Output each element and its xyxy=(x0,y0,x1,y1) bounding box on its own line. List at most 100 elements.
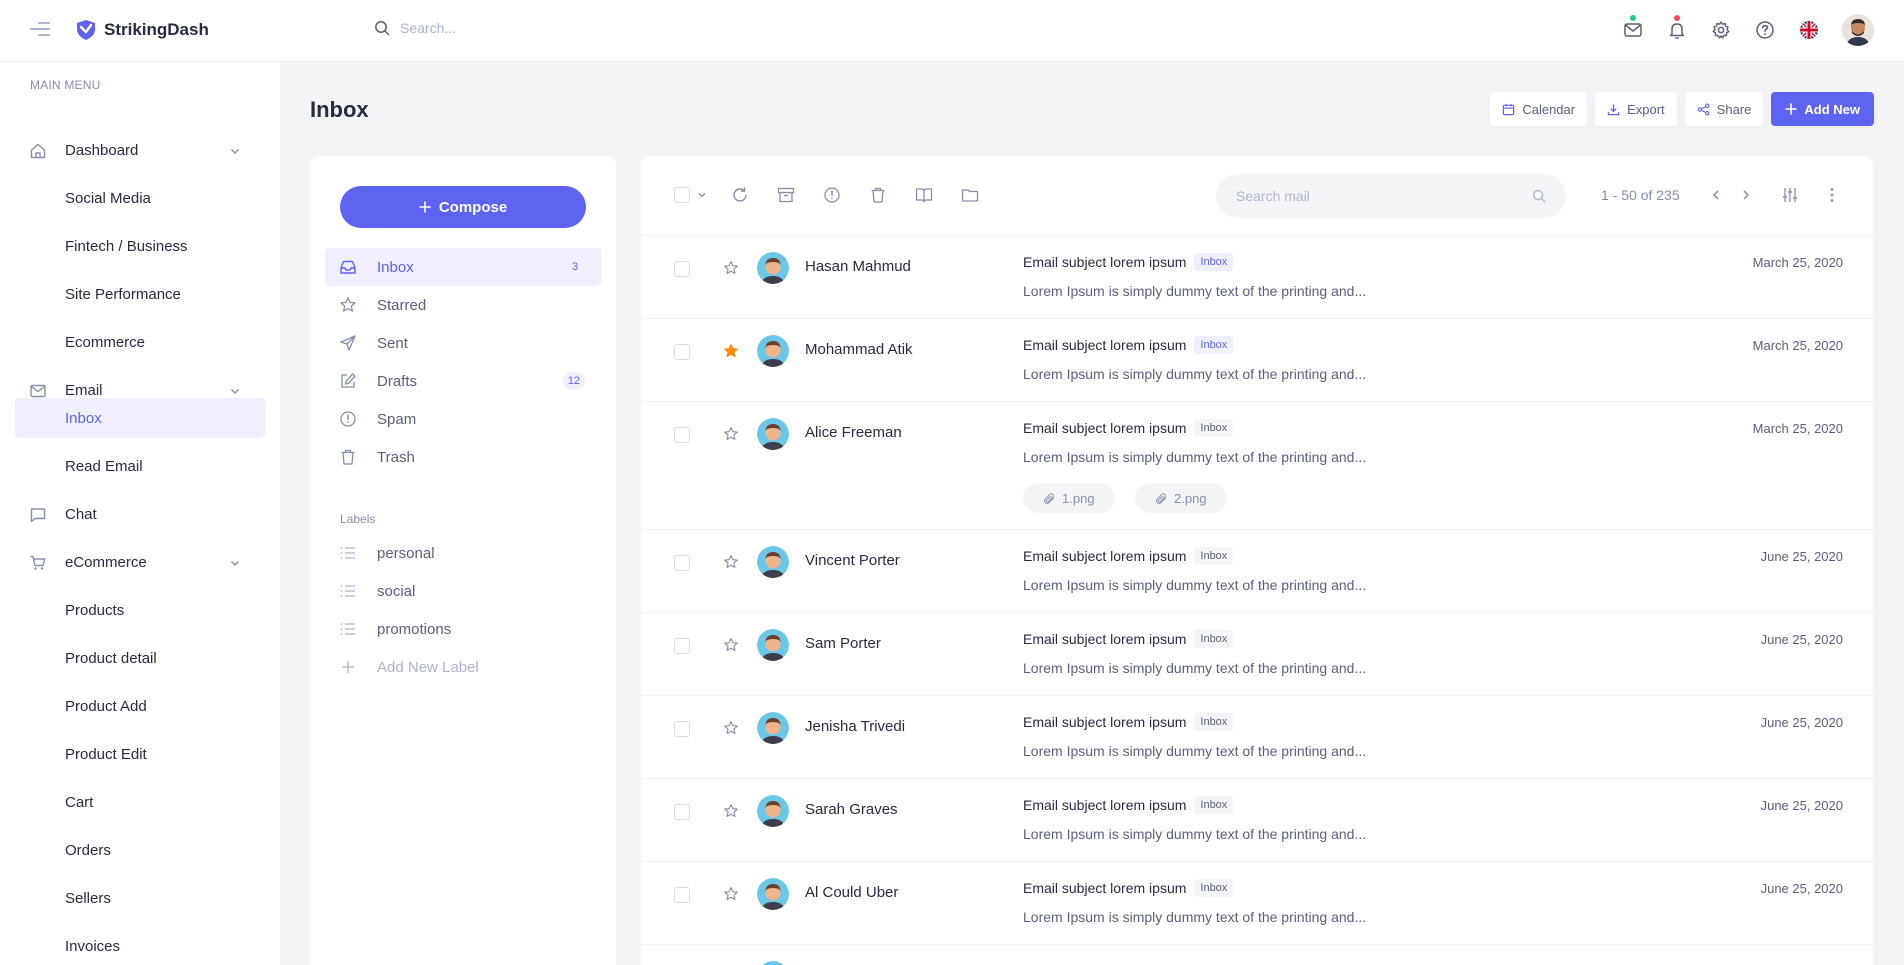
label-promotions[interactable]: promotions xyxy=(325,610,601,648)
mail-search-input[interactable] xyxy=(1236,188,1532,204)
mail-row[interactable]: Al Could Uber Email subject lorem ipsum I… xyxy=(641,862,1873,945)
inbox-tag: Inbox xyxy=(1194,336,1234,354)
app-logo[interactable]: StrikingDash xyxy=(74,18,209,42)
archive-icon[interactable] xyxy=(777,186,795,204)
search-icon[interactable] xyxy=(1532,189,1546,203)
sender-name: Alice Freeman xyxy=(805,424,902,441)
sidebar-item-fintech[interactable]: Fintech / Business xyxy=(15,226,265,266)
row-checkbox[interactable] xyxy=(674,721,690,737)
sender-name: Sam Porter xyxy=(805,635,881,652)
mail-row[interactable]: Mohammad Atik Email subject lorem ipsum I… xyxy=(641,319,1873,402)
header-search-input[interactable] xyxy=(400,20,700,36)
export-label: Export xyxy=(1627,101,1665,117)
sidebar-item-label: Product detail xyxy=(65,649,157,667)
bell-icon[interactable] xyxy=(1666,15,1688,41)
sidebar-item-product-detail[interactable]: Product detail xyxy=(15,638,265,678)
attachment-chip[interactable]: 1.png xyxy=(1023,483,1115,513)
row-checkbox[interactable] xyxy=(674,804,690,820)
folder-icon[interactable] xyxy=(961,186,979,204)
gear-icon[interactable] xyxy=(1710,19,1732,41)
star-icon xyxy=(340,297,356,312)
star-icon[interactable] xyxy=(723,803,739,819)
star-icon[interactable] xyxy=(723,720,739,736)
star-icon[interactable] xyxy=(723,637,739,653)
mail-row[interactable]: Jenisha Trivedi Email subject lorem ipsu… xyxy=(641,696,1873,779)
star-filled-icon[interactable] xyxy=(723,343,739,359)
folder-label: Sent xyxy=(377,334,408,352)
select-all-checkbox[interactable] xyxy=(674,187,690,203)
sidebar-item-site-performance[interactable]: Site Performance xyxy=(15,274,265,314)
attachment-chip[interactable]: 2.png xyxy=(1135,483,1227,513)
mail-row[interactable]: Hasan Mahmud Email subject lorem ipsum In… xyxy=(641,236,1873,319)
filter-sliders-icon[interactable] xyxy=(1781,186,1799,204)
mail-icon[interactable] xyxy=(1622,15,1644,41)
mail-row[interactable] xyxy=(641,945,1873,965)
mail-row[interactable]: Vincent Porter Email subject lorem ipsum… xyxy=(641,530,1873,613)
trash-icon[interactable] xyxy=(869,186,887,204)
cart-icon xyxy=(30,555,46,570)
row-checkbox[interactable] xyxy=(674,344,690,360)
chevron-right-icon[interactable] xyxy=(1737,186,1755,204)
sidebar-item-ecommerce-dashboard[interactable]: Ecommerce xyxy=(15,322,265,362)
user-avatar[interactable] xyxy=(1842,14,1874,46)
star-icon[interactable] xyxy=(723,260,739,276)
folder-inbox[interactable]: Inbox 3 xyxy=(325,248,601,286)
folder-trash[interactable]: Trash xyxy=(325,438,601,476)
plus-icon xyxy=(1785,103,1798,115)
star-icon[interactable] xyxy=(723,886,739,902)
mail-subject: Email subject lorem ipsum Inbox xyxy=(1023,630,1234,648)
calendar-button[interactable]: Calendar xyxy=(1490,92,1588,126)
star-icon[interactable] xyxy=(723,554,739,570)
mail-row[interactable]: Alice Freeman Email subject lorem ipsum I… xyxy=(641,402,1873,530)
sidebar-item-product-add[interactable]: Product Add xyxy=(15,686,265,726)
folder-starred[interactable]: Starred xyxy=(325,286,601,324)
sidebar-item-chat[interactable]: Chat xyxy=(15,494,265,534)
mail-toolbar: 1 - 50 of 235 xyxy=(641,156,1873,236)
share-button[interactable]: Share xyxy=(1684,92,1764,126)
book-open-icon[interactable] xyxy=(915,186,933,204)
mail-row[interactable]: Sam Porter Email subject lorem ipsum Inbo… xyxy=(641,613,1873,696)
sidebar-item-product-edit[interactable]: Product Edit xyxy=(15,734,265,774)
sidebar-item-ecommerce[interactable]: eCommerce xyxy=(15,542,265,582)
compose-button[interactable]: Compose xyxy=(340,186,586,228)
row-checkbox[interactable] xyxy=(674,427,690,443)
folder-sent[interactable]: Sent xyxy=(325,324,601,362)
row-checkbox[interactable] xyxy=(674,638,690,654)
folder-spam[interactable]: Spam xyxy=(325,400,601,438)
label-social[interactable]: social xyxy=(325,572,601,610)
star-icon[interactable] xyxy=(723,426,739,442)
folder-drafts[interactable]: Drafts 12 xyxy=(325,362,601,400)
sidebar-item-dashboard[interactable]: Dashboard xyxy=(15,130,265,170)
sidebar-item-inbox[interactable]: Inbox xyxy=(15,398,265,438)
chevron-down-icon[interactable] xyxy=(697,190,707,200)
sidebar-item-orders[interactable]: Orders xyxy=(15,830,265,870)
add-new-button[interactable]: Add New xyxy=(1771,92,1874,126)
alert-circle-icon[interactable] xyxy=(823,186,841,204)
export-button[interactable]: Export xyxy=(1595,92,1677,126)
help-icon[interactable] xyxy=(1754,19,1776,41)
row-checkbox[interactable] xyxy=(674,887,690,903)
refresh-icon[interactable] xyxy=(731,186,749,204)
header-search xyxy=(374,20,700,36)
chevron-left-icon[interactable] xyxy=(1707,186,1725,204)
mail-date: March 25, 2020 xyxy=(1752,338,1843,353)
sidebar-item-read-email[interactable]: Read Email xyxy=(15,446,265,486)
mail-row[interactable]: Sarah Graves Email subject lorem ipsum In… xyxy=(641,779,1873,862)
mail-subject: Email subject lorem ipsum Inbox xyxy=(1023,336,1234,354)
subject-text: Email subject lorem ipsum xyxy=(1023,337,1187,353)
label-personal[interactable]: personal xyxy=(325,534,601,572)
main-menu-title: MAIN MENU xyxy=(30,78,101,92)
menu-toggle-icon[interactable] xyxy=(30,22,50,38)
row-checkbox[interactable] xyxy=(674,261,690,277)
more-vertical-icon[interactable] xyxy=(1823,186,1841,204)
sidebar-item-social-media[interactable]: Social Media xyxy=(15,178,265,218)
add-new-label-button[interactable]: Add New Label xyxy=(325,648,601,686)
mail-subject: Email subject lorem ipsum Inbox xyxy=(1023,253,1234,271)
row-checkbox[interactable] xyxy=(674,555,690,571)
sidebar-item-cart[interactable]: Cart xyxy=(15,782,265,822)
sidebar-item-products[interactable]: Products xyxy=(15,590,265,630)
flag-uk-icon[interactable] xyxy=(1798,19,1820,41)
sidebar-item-invoices[interactable]: Invoices xyxy=(15,926,265,965)
sidebar-item-sellers[interactable]: Sellers xyxy=(15,878,265,918)
sender-avatar xyxy=(757,629,789,661)
